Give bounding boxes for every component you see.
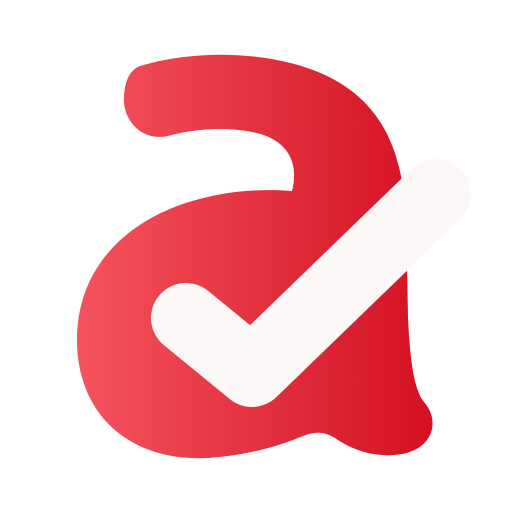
app-icon-canvas xyxy=(0,0,512,512)
a-checkmark-logo-icon xyxy=(76,54,471,459)
